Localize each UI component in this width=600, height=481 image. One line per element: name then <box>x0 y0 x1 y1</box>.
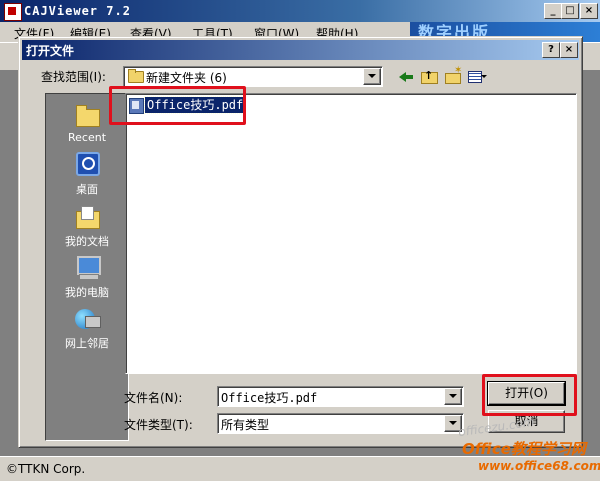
file-name-field[interactable]: Office技巧.pdf <box>217 386 464 407</box>
file-type-label: 文件类型(T): <box>124 418 193 432</box>
watermark-url: www.office68.com <box>478 459 600 473</box>
network-icon <box>73 304 101 332</box>
cajviewer-logo-icon <box>4 3 22 21</box>
back-arrow-icon[interactable] <box>397 67 417 85</box>
new-folder-icon[interactable] <box>443 65 463 85</box>
file-list[interactable]: Office技巧.pdf <box>125 93 577 374</box>
look-in-combo[interactable]: 新建文件夹 (6) <box>123 66 383 87</box>
look-in-value: 新建文件夹 (6) <box>146 71 227 85</box>
recent-folder-icon <box>73 100 101 128</box>
file-type-value: 所有类型 <box>221 418 270 432</box>
file-name-label: 文件名(N): <box>124 391 183 405</box>
status-text: ©TTKN Corp. <box>6 462 86 476</box>
desktop-icon <box>73 150 101 178</box>
app-title: CAJViewer 7.2 <box>24 4 131 18</box>
my-computer-icon <box>73 253 101 281</box>
folder-icon <box>128 69 144 83</box>
place-label: 网上邻居 <box>65 337 109 350</box>
chevron-down-icon[interactable] <box>444 388 462 405</box>
dialog-close-button[interactable]: × <box>560 42 578 58</box>
file-type-select[interactable]: 所有类型 <box>217 413 464 434</box>
chevron-down-icon[interactable] <box>363 68 381 85</box>
dialog-titlebar: 打开文件 ? × <box>22 40 579 60</box>
minimize-button[interactable]: _ <box>544 3 562 19</box>
place-my-computer[interactable]: 我的电脑 <box>46 251 128 301</box>
app-titlebar: CAJViewer 7.2 _ □ × <box>0 0 600 22</box>
place-label: 我的文档 <box>65 235 109 248</box>
up-folder-icon[interactable] <box>419 67 439 85</box>
help-button[interactable]: ? <box>542 42 560 58</box>
place-desktop[interactable]: 桌面 <box>46 148 128 198</box>
view-menu-icon[interactable] <box>466 67 487 85</box>
watermark-brand: Office教程学习网 <box>462 440 586 458</box>
file-highlight-annotation <box>109 86 246 125</box>
place-label: 我的电脑 <box>65 286 109 299</box>
look-in-label: 查找范围(I): <box>41 70 106 84</box>
place-label: 桌面 <box>76 183 98 196</box>
places-bar: Recent 桌面 我的文档 我的电脑 网上邻居 <box>45 93 129 441</box>
app-close-button[interactable]: × <box>580 3 598 19</box>
place-my-documents[interactable]: 我的文档 <box>46 200 128 250</box>
maximize-button[interactable]: □ <box>561 3 579 19</box>
place-network[interactable]: 网上邻居 <box>46 302 128 352</box>
my-documents-icon <box>73 202 101 230</box>
dialog-title: 打开文件 <box>26 44 75 58</box>
place-label: Recent <box>67 131 107 144</box>
open-button-highlight-annotation <box>482 374 577 416</box>
file-name-value: Office技巧.pdf <box>221 391 318 405</box>
